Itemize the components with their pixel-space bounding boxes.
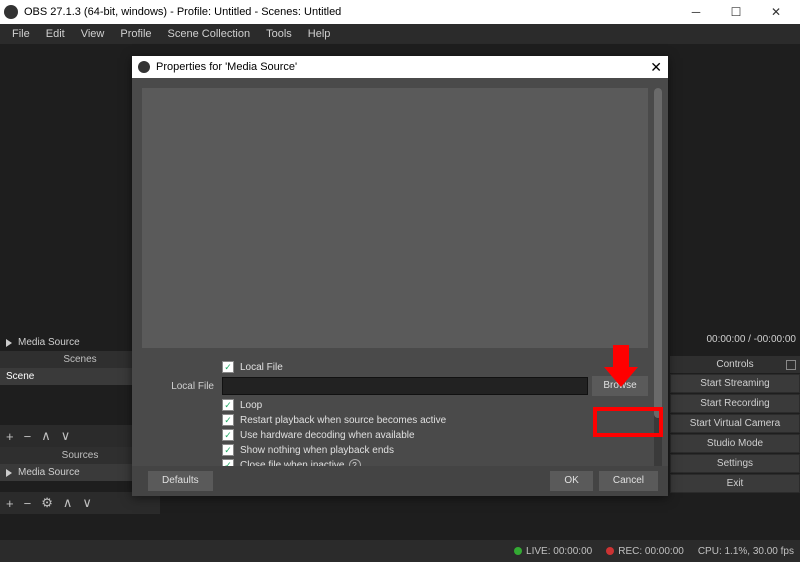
annotation-highlight-box xyxy=(593,407,663,437)
start-streaming-button[interactable]: Start Streaming xyxy=(670,374,800,393)
remove-source-button[interactable]: − xyxy=(22,496,34,511)
start-recording-button[interactable]: Start Recording xyxy=(670,394,800,413)
loop-label: Loop xyxy=(240,400,262,411)
media-preview xyxy=(142,88,648,348)
menu-help[interactable]: Help xyxy=(300,28,339,40)
menu-scene-collection[interactable]: Scene Collection xyxy=(160,28,259,40)
controls-panel: Controls Start Streaming Start Recording… xyxy=(670,334,800,493)
controls-header-label: Controls xyxy=(716,359,753,370)
exit-button[interactable]: Exit xyxy=(670,474,800,493)
minimize-button[interactable]: ─ xyxy=(676,0,716,24)
scrollbar-thumb[interactable] xyxy=(654,88,662,418)
remove-scene-button[interactable]: − xyxy=(22,429,34,444)
scene-up-button[interactable]: ∧ xyxy=(39,428,53,444)
rec-dot-icon xyxy=(606,547,614,555)
menu-tools[interactable]: Tools xyxy=(258,28,300,40)
live-dot-icon xyxy=(514,547,522,555)
obs-app-icon xyxy=(4,5,18,19)
source-up-button[interactable]: ∧ xyxy=(61,495,75,511)
restart-playback-label: Restart playback when source becomes act… xyxy=(240,415,446,426)
hardware-decoding-checkbox[interactable] xyxy=(222,429,234,441)
ok-button[interactable]: OK xyxy=(550,471,592,491)
dialog-close-button[interactable]: ✕ xyxy=(650,59,662,76)
add-scene-button[interactable]: + xyxy=(4,429,16,444)
defaults-button[interactable]: Defaults xyxy=(148,471,213,491)
local-file-input[interactable] xyxy=(222,377,588,395)
settings-button[interactable]: Settings xyxy=(670,454,800,473)
show-nothing-label: Show nothing when playback ends xyxy=(240,445,394,456)
status-live: LIVE: 00:00:00 xyxy=(514,546,592,557)
source-item-label: Media Source xyxy=(18,337,80,348)
status-rec: REC: 00:00:00 xyxy=(606,546,684,557)
menu-file[interactable]: File xyxy=(4,28,38,40)
menu-edit[interactable]: Edit xyxy=(38,28,73,40)
maximize-button[interactable]: ☐ xyxy=(716,0,756,24)
studio-mode-button[interactable]: Studio Mode xyxy=(670,434,800,453)
restart-playback-checkbox[interactable] xyxy=(222,414,234,426)
window-title: OBS 27.1.3 (64-bit, windows) - Profile: … xyxy=(24,6,676,18)
status-cpu: CPU: 1.1%, 30.00 fps xyxy=(698,546,794,557)
local-file-checkbox[interactable] xyxy=(222,361,234,373)
play-icon xyxy=(6,339,12,347)
loop-checkbox[interactable] xyxy=(222,399,234,411)
dialog-body: Local File Local File Browse Loop Restar… xyxy=(132,78,668,496)
properties-dialog: Properties for 'Media Source' ✕ Local Fi… xyxy=(132,56,668,496)
obs-app-icon xyxy=(138,61,150,73)
sources-item-label: Media Source xyxy=(18,467,80,478)
add-source-button[interactable]: + xyxy=(4,496,16,511)
scene-down-button[interactable]: ∨ xyxy=(59,428,73,444)
hardware-decoding-label: Use hardware decoding when available xyxy=(240,430,415,441)
local-file-checkbox-label: Local File xyxy=(240,362,283,373)
menu-bar: File Edit View Profile Scene Collection … xyxy=(0,24,800,44)
local-file-label: Local File xyxy=(142,381,222,392)
dialog-footer: Defaults OK Cancel xyxy=(132,466,668,496)
cancel-button[interactable]: Cancel xyxy=(599,471,658,491)
menu-view[interactable]: View xyxy=(73,28,113,40)
window-titlebar: OBS 27.1.3 (64-bit, windows) - Profile: … xyxy=(0,0,800,24)
source-down-button[interactable]: ∨ xyxy=(80,495,94,511)
controls-header: Controls xyxy=(670,356,800,373)
main-area: Media Source Scenes Scene + − ∧ ∨ Source… xyxy=(0,44,800,538)
start-virtual-camera-button[interactable]: Start Virtual Camera xyxy=(670,414,800,433)
annotation-arrow xyxy=(604,345,638,393)
popout-icon[interactable] xyxy=(786,360,796,370)
source-settings-button[interactable]: ⚙ xyxy=(39,495,55,511)
dialog-titlebar: Properties for 'Media Source' ✕ xyxy=(132,56,668,78)
status-bar: LIVE: 00:00:00 REC: 00:00:00 CPU: 1.1%, … xyxy=(0,540,800,562)
play-icon xyxy=(6,469,12,477)
dialog-title: Properties for 'Media Source' xyxy=(156,61,650,73)
close-window-button[interactable]: ✕ xyxy=(756,0,796,24)
menu-profile[interactable]: Profile xyxy=(112,28,159,40)
show-nothing-checkbox[interactable] xyxy=(222,444,234,456)
